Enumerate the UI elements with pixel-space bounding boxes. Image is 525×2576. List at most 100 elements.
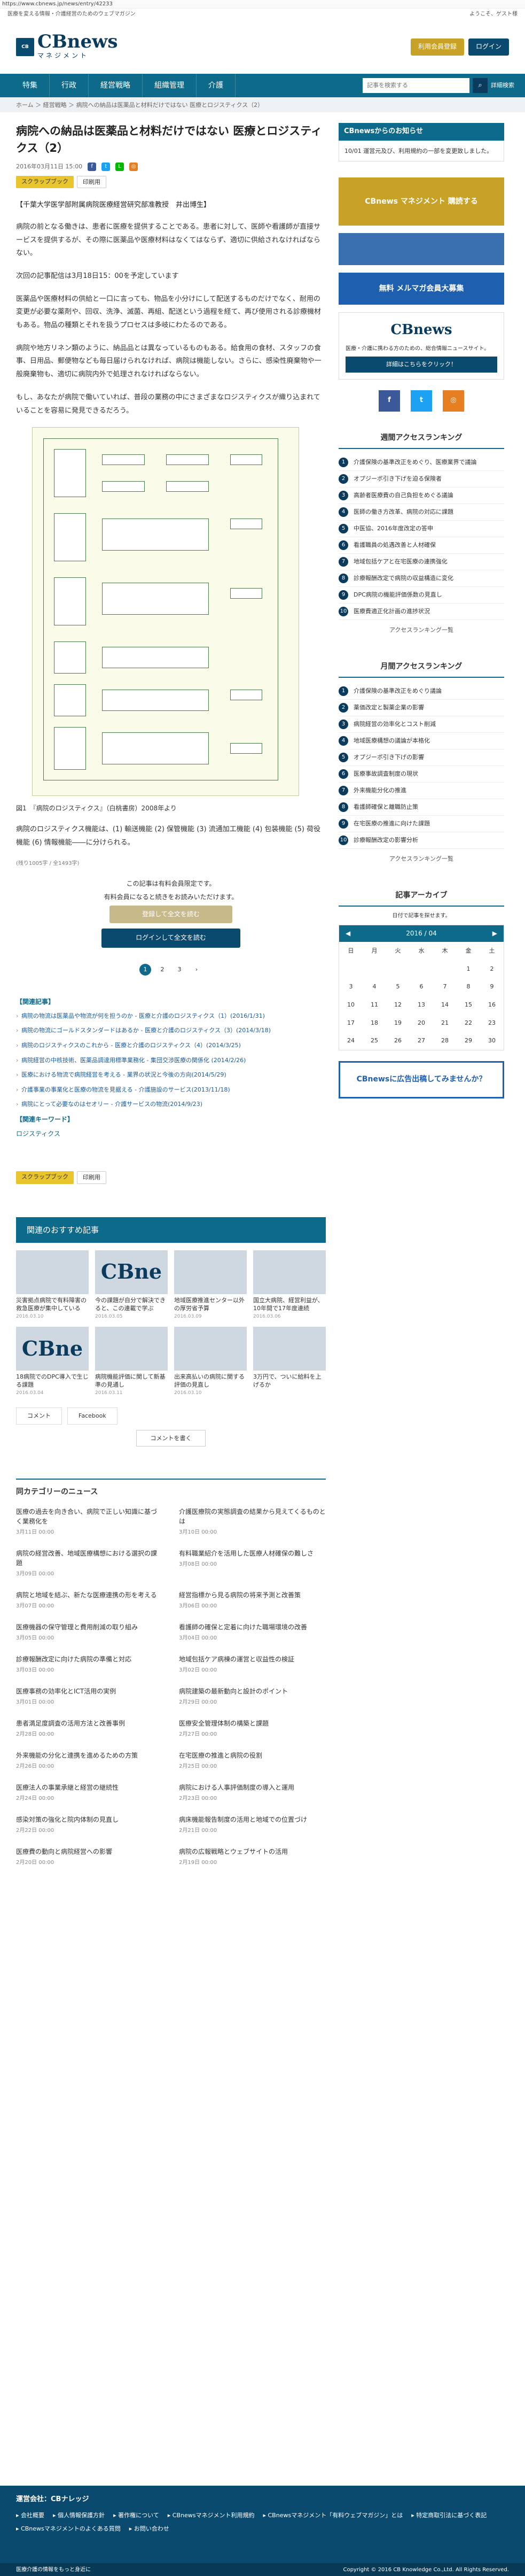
calendar-day[interactable]: 4	[363, 978, 386, 996]
site-logo[interactable]: CB CBnews マネジメント	[16, 33, 118, 61]
footer-link[interactable]: ▸ 個人情報保護方針	[53, 2511, 105, 2520]
recommend-card[interactable]: 地域医療推進センター以外の厚労省予算 2016.03.09	[174, 1250, 247, 1320]
monthly-ranking-more[interactable]: アクセスランキング一覧	[339, 854, 504, 864]
ranking-row[interactable]: 7 外来機能分化の推進	[339, 783, 504, 799]
related-item[interactable]: 病院経営の中核技術、医薬品調達用標準業務化 - 集団交渉医療の関係化 (2014…	[16, 1056, 326, 1065]
ranking-row[interactable]: 6 医療事故調査制度の現状	[339, 766, 504, 783]
comment-tab[interactable]: コメント	[16, 1407, 62, 1425]
search-input[interactable]	[363, 78, 469, 93]
page-2[interactable]: 2	[156, 964, 168, 976]
calendar-day[interactable]: 21	[433, 1014, 457, 1032]
footer-link[interactable]: ▸ CBnewsマネジメントのよくある質問	[16, 2524, 121, 2534]
scrapbook-button-bottom[interactable]: スクラップブック	[16, 1171, 74, 1184]
category-news-item[interactable]: 看護師の確保と定着に向けた職場環境の改善 3月04日 00:00	[179, 1622, 326, 1643]
nav-item-0[interactable]: 特集	[11, 74, 50, 97]
address-bar[interactable]: https://www.cbnews.jp/news/entry/42233	[0, 0, 525, 9]
mailmag-ad[interactable]: 無料 メルマガ会員大募集	[339, 273, 504, 305]
ranking-row[interactable]: 1 介護保険の基準改正をめぐり議論	[339, 683, 504, 700]
related-item[interactable]: 病院のロジスティクスのこれから - 医療と介護のロジスティクス（4）(2014/…	[16, 1041, 326, 1050]
calendar-day[interactable]: 12	[386, 996, 410, 1014]
category-news-item[interactable]: 感染対策の強化と院内体制の見直し 2月22日 00:00	[16, 1815, 163, 1835]
facebook-share-icon[interactable]: f	[88, 162, 97, 171]
related-item[interactable]: 病院の物流は医薬品や物流が何を担うのか - 医療と介護のロジスティクス（1）(2…	[16, 1011, 326, 1021]
write-comment-button[interactable]: コメントを書く	[136, 1429, 206, 1447]
calendar-day[interactable]: 8	[457, 978, 480, 996]
recommend-card[interactable]: 国立大病院、経営利益が、10年間で17年度連続 2016.03.06	[253, 1250, 326, 1320]
calendar-day[interactable]: 1	[457, 960, 480, 978]
category-news-item[interactable]: 診療報酬改定に向けた病院の準備と対応 3月03日 00:00	[16, 1654, 163, 1675]
calendar-day[interactable]: 9	[480, 978, 504, 996]
ranking-row[interactable]: 9 DPC病院の機能評価係数の見直し	[339, 587, 504, 604]
print-button[interactable]: 印刷用	[77, 175, 106, 189]
calendar-day[interactable]: 3	[339, 978, 363, 996]
calendar-day[interactable]: 11	[363, 996, 386, 1014]
related-item[interactable]: 介護事業の事業化と医療の物流を見据える - 介護施設のサービス(2013/11/…	[16, 1085, 326, 1095]
prev-month-icon[interactable]: ◀	[346, 929, 350, 939]
ranking-row[interactable]: 4 地域医療構想の議論が本格化	[339, 733, 504, 749]
calendar-day[interactable]: 23	[480, 1014, 504, 1032]
category-news-item[interactable]: 医療法人の事業承継と経営の継続性 2月24日 00:00	[16, 1783, 163, 1803]
ranking-row[interactable]: 8 診療報酬改定で病院の収益構造に変化	[339, 570, 504, 587]
ad-promo-banner[interactable]: CBnewsに広告出稿してみませんか？	[339, 1061, 504, 1099]
category-news-item[interactable]: 病院における人事評価制度の導入と運用 2月23日 00:00	[179, 1783, 326, 1803]
category-news-item[interactable]: 患者満足度調査の活用方法と改善事例 2月28日 00:00	[16, 1719, 163, 1739]
recommend-card[interactable]: CBne 今の課題が自分で解決できると、この連載で学ぶ 2016.03.05	[95, 1250, 168, 1320]
nav-item-3[interactable]: 組織管理	[143, 74, 197, 97]
line-share-icon[interactable]: L	[115, 162, 124, 171]
ad-banner[interactable]	[339, 233, 504, 266]
ranking-row[interactable]: 3 高齢者医療費の自己負担をめぐる議論	[339, 488, 504, 504]
category-news-item[interactable]: 病院建築の最新動向と設計のポイント 2月29日 00:00	[179, 1687, 326, 1707]
calendar-day[interactable]: 10	[339, 996, 363, 1014]
recommend-card[interactable]: 災害拠点病院で有料障害の救急医療が集中している 2016.03.10	[16, 1250, 89, 1320]
ranking-row[interactable]: 6 看護職員の処遇改善と人材確保	[339, 537, 504, 554]
ranking-row[interactable]: 8 看護師確保と離職防止策	[339, 799, 504, 816]
category-news-item[interactable]: 介護医療院の実態調査の結果から見えてくるものとは 3月10日 00:00	[179, 1507, 326, 1537]
footer-link[interactable]: ▸ CBnewsマネジメント「有料ウェブマガジン」とは	[263, 2511, 403, 2520]
recommend-card[interactable]: 病院機能評価に関して新基準の見通し 2016.03.11	[95, 1327, 168, 1397]
calendar-day[interactable]: 24	[339, 1032, 363, 1050]
related-item[interactable]: 医療における物流で病院経営を考える - 業界の状況と今後の方向(2014/5/2…	[16, 1070, 326, 1080]
calendar-day[interactable]: 13	[410, 996, 433, 1014]
calendar-day[interactable]: 14	[433, 996, 457, 1014]
advanced-search-link[interactable]: 詳細検索	[491, 81, 514, 90]
calendar-day[interactable]: 26	[386, 1032, 410, 1050]
category-news-item[interactable]: 経営指標から見る病院の将来予測と改善策 3月06日 00:00	[179, 1590, 326, 1611]
register-button[interactable]: 利用会員登録	[410, 38, 464, 56]
ranking-row[interactable]: 5 オプジーボ引き下げの影響	[339, 749, 504, 766]
ranking-row[interactable]: 3 病院経営の効率化とコスト削減	[339, 716, 504, 733]
facebook-icon[interactable]: f	[379, 390, 400, 412]
calendar-day[interactable]: 18	[363, 1014, 386, 1032]
page-1[interactable]: 1	[139, 963, 151, 976]
calendar-day[interactable]: 29	[457, 1032, 480, 1050]
calendar-day[interactable]: 15	[457, 996, 480, 1014]
calendar-day[interactable]: 22	[457, 1014, 480, 1032]
category-news-item[interactable]: 病院の広報戦略とウェブサイトの活用 2月19日 00:00	[179, 1847, 326, 1867]
ranking-row[interactable]: 7 地域包括ケアと在宅医療の連携強化	[339, 554, 504, 570]
next-month-icon[interactable]: ▶	[492, 929, 497, 939]
category-news-item[interactable]: 有料職業紹介を活用した医療人材確保の難しさ 3月08日 00:00	[179, 1549, 326, 1579]
notice-body[interactable]: 10/01 運営元及び、利用規約の一部を変更致しました。	[339, 140, 504, 162]
page-3[interactable]: 3	[174, 964, 185, 976]
calendar-day[interactable]: 27	[410, 1032, 433, 1050]
calendar-day[interactable]: 19	[386, 1014, 410, 1032]
category-news-item[interactable]: 外来機能の分化と連携を進めるための方策 2月26日 00:00	[16, 1751, 163, 1771]
ranking-row[interactable]: 5 中医協、2016年度改定の答申	[339, 521, 504, 537]
category-news-item[interactable]: 医療安全管理体制の構築と課題 2月27日 00:00	[179, 1719, 326, 1739]
twitter-share-icon[interactable]: t	[101, 162, 111, 171]
calendar-day[interactable]: 16	[480, 996, 504, 1014]
category-news-item[interactable]: 病床機能報告制度の活用と地域での位置づけ 2月21日 00:00	[179, 1815, 326, 1835]
ranking-row[interactable]: 1 介護保険の基準改正をめぐり、医療業界で議論	[339, 454, 504, 471]
footer-link[interactable]: ▸ お問い合わせ	[129, 2524, 169, 2534]
footer-link[interactable]: ▸ 特定商取引法に基づく表記	[411, 2511, 487, 2520]
calendar-day[interactable]: 30	[480, 1032, 504, 1050]
footer-link[interactable]: ▸ 会社概要	[16, 2511, 44, 2520]
category-news-item[interactable]: 地域包括ケア病棟の運営と収益性の検証 3月02日 00:00	[179, 1654, 326, 1675]
category-news-item[interactable]: 病院の経営改善、地域医療構想における選択の課題 3月09日 00:00	[16, 1549, 163, 1579]
ranking-row[interactable]: 10 診療報酬改定の影響分析	[339, 832, 504, 849]
calendar-day[interactable]: 5	[386, 978, 410, 996]
category-news-item[interactable]: 在宅医療の推進と病院の役割 2月25日 00:00	[179, 1751, 326, 1771]
category-news-item[interactable]: 医療費の動向と病院経営への影響 2月20日 00:00	[16, 1847, 163, 1867]
next-page-icon[interactable]: ›	[191, 964, 202, 976]
twitter-icon[interactable]: t	[411, 390, 432, 412]
footer-link[interactable]: ▸ 著作権について	[113, 2511, 159, 2520]
